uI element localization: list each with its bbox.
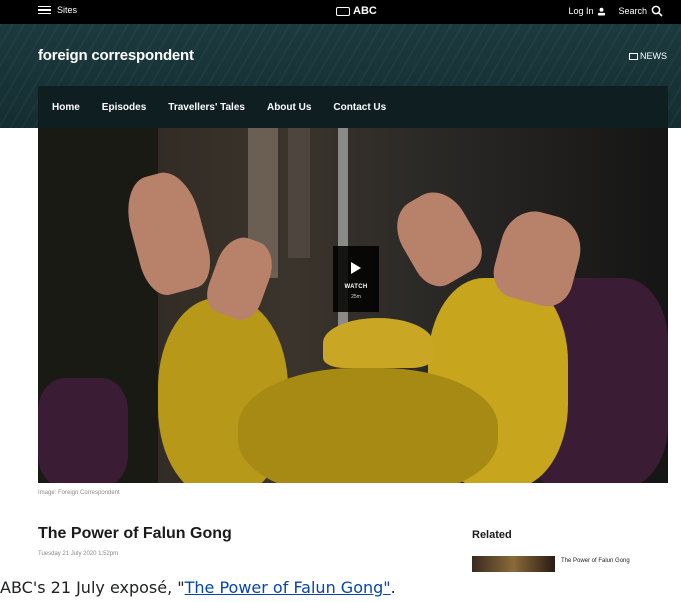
abc-top-bar: Sites ABC Log In Search [0, 0, 681, 24]
nav-episodes[interactable]: Episodes [102, 102, 146, 113]
yellow-cap [238, 368, 498, 483]
nav-home[interactable]: Home [52, 102, 80, 113]
abc-news-logo-icon [629, 52, 638, 60]
article-date: Tuesday 21 July 2020 1:52pm [38, 551, 119, 557]
abc-logo-icon [336, 6, 350, 16]
hero-image[interactable]: WATCH 25m [38, 128, 668, 483]
building-column [288, 128, 310, 258]
video-duration: 25m [351, 294, 361, 300]
login-link[interactable]: Log In [568, 6, 606, 16]
search-label: Search [618, 6, 647, 16]
image-caption: Image: Foreign Correspondent [38, 490, 120, 496]
nav-travellers-tales[interactable]: Travellers' Tales [168, 102, 245, 113]
nav-about-us[interactable]: About Us [267, 102, 311, 113]
nav-contact-us[interactable]: Contact Us [333, 102, 386, 113]
login-label: Log In [568, 6, 594, 16]
watch-label: WATCH [344, 284, 368, 290]
hamburger-icon [38, 5, 51, 15]
caption-link[interactable]: The Power of Falun Gong" [185, 578, 391, 597]
sites-label: Sites [57, 5, 78, 15]
related-thumbnail[interactable] [472, 556, 555, 572]
search-icon [651, 5, 663, 17]
program-brand[interactable]: foreign correspondent [38, 47, 194, 64]
yellow-cap [323, 318, 433, 368]
watch-video-button[interactable]: WATCH 25m [333, 246, 379, 312]
abc-news-link[interactable]: NEWS [629, 51, 667, 61]
play-icon [351, 262, 361, 274]
abc-logo-text: ABC [353, 5, 377, 17]
caption-suffix: . [390, 578, 396, 597]
news-label: NEWS [640, 51, 667, 61]
purple-sleeve [38, 378, 128, 483]
screenshot: Sites ABC Log In Search foreign correspo… [0, 0, 681, 572]
program-nav: Home Episodes Travellers' Tales About Us… [38, 86, 668, 128]
user-icon [598, 7, 606, 16]
article-title: The Power of Falun Gong [38, 525, 232, 542]
abc-logo-link[interactable]: ABC [336, 5, 377, 17]
related-item-title[interactable]: The Power of Falun Gong [561, 558, 630, 564]
sites-menu[interactable]: Sites [38, 5, 77, 15]
caption-prefix: ABC's 21 July exposé, " [0, 578, 185, 597]
search-button[interactable]: Search [618, 5, 663, 17]
figure-caption: ABC's 21 July exposé, "The Power of Falu… [0, 578, 681, 597]
related-heading: Related [472, 529, 512, 541]
